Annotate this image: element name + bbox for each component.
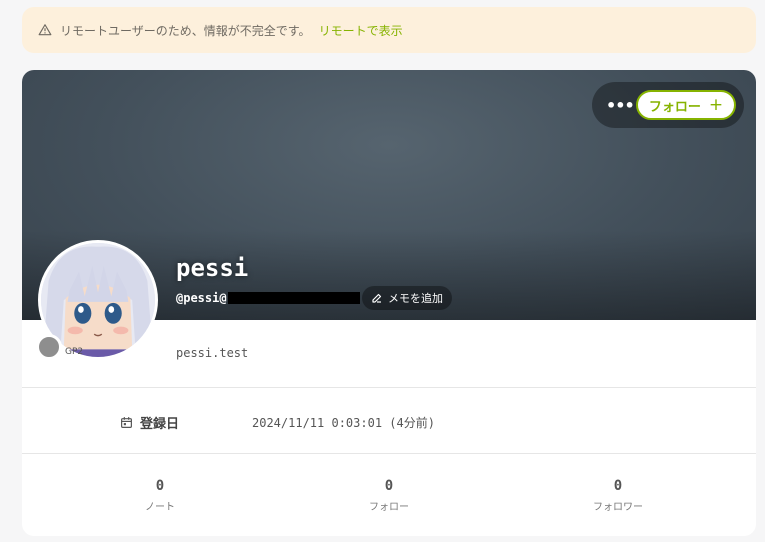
- remote-user-notice: リモートユーザーのため、情報が不完全です。 リモートで表示: [22, 7, 756, 53]
- avatar-caption: GP2: [65, 347, 84, 357]
- add-memo-button[interactable]: メモを追加: [362, 286, 452, 310]
- show-remote-link[interactable]: リモートで表示: [319, 22, 403, 39]
- edit-icon: [372, 293, 382, 303]
- joined-date-value: 2024/11/11 0:03:01 (4分前): [252, 416, 435, 430]
- divider: [22, 387, 756, 388]
- notes-count-label: ノート: [145, 502, 175, 513]
- followers-count[interactable]: 0 フォロワー: [548, 478, 688, 513]
- following-count[interactable]: 0 フォロー: [319, 478, 459, 513]
- username-text: @pessi@: [176, 291, 227, 305]
- user-profile-card: ••• フォロー + pessi @pessi@ メモを追加 GP2 pessi…: [22, 70, 756, 536]
- notes-count[interactable]: 0 ノート: [90, 478, 230, 513]
- username: @pessi@: [176, 291, 360, 305]
- warning-icon: [38, 24, 52, 36]
- profile-description: pessi.test: [176, 346, 249, 360]
- follow-label: フォロー: [648, 99, 701, 115]
- divider: [22, 453, 756, 454]
- followers-count-value: 0: [613, 478, 623, 494]
- follow-button[interactable]: フォロー +: [636, 90, 736, 120]
- notice-message: リモートユーザーのため、情報が不完全です。: [60, 23, 311, 38]
- calendar-icon: [121, 417, 132, 428]
- followers-count-label: フォロワー: [593, 502, 643, 513]
- redacted-host: [227, 292, 360, 304]
- display-name: pessi: [176, 254, 249, 282]
- following-count-label: フォロー: [369, 502, 409, 513]
- memo-label: メモを追加: [388, 292, 443, 305]
- online-status-indicator: [36, 334, 62, 360]
- plus-icon: +: [708, 95, 724, 115]
- joined-label-text: 登録日: [140, 417, 180, 432]
- profile-actions: ••• フォロー +: [592, 82, 744, 128]
- more-options-button[interactable]: •••: [606, 96, 635, 115]
- notes-count-value: 0: [155, 478, 165, 494]
- following-count-value: 0: [384, 478, 394, 494]
- joined-date-label: 登録日: [120, 413, 179, 432]
